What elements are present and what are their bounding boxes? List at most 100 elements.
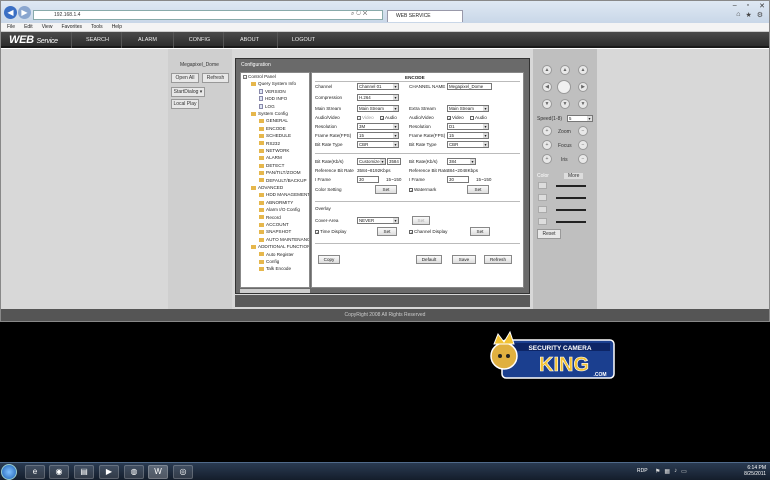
ptz-up-icon[interactable]: ▲ bbox=[560, 65, 570, 75]
refresh-button[interactable]: Refresh bbox=[202, 73, 229, 83]
compression-select[interactable]: H.264 bbox=[357, 94, 399, 101]
time-display-checkbox[interactable]: ✓Time Display bbox=[315, 229, 346, 234]
brightness-slider[interactable] bbox=[556, 185, 586, 187]
extra-bitrate-select[interactable]: 384 bbox=[447, 158, 476, 165]
tree-item-auto-register[interactable]: Auto Register bbox=[259, 252, 294, 258]
open-all-button[interactable]: Open All bbox=[171, 73, 199, 83]
bitrate-type-select[interactable]: CBR bbox=[357, 141, 399, 148]
back-icon[interactable]: ◀ bbox=[4, 6, 17, 19]
menu-edit[interactable]: Edit bbox=[24, 23, 33, 31]
framerate-select[interactable]: 15 bbox=[357, 132, 399, 139]
tree-item-advanced[interactable]: ADVANCED bbox=[251, 185, 283, 191]
tree-item-auto-maintenance[interactable]: AUTO MAINTENANCE bbox=[259, 237, 309, 243]
tree-item-talk-encode[interactable]: Talk Encode bbox=[259, 266, 291, 272]
speed-select[interactable]: 5 bbox=[567, 115, 593, 122]
default-button[interactable]: Default bbox=[416, 255, 442, 264]
color-tab[interactable]: Color bbox=[537, 173, 549, 179]
ptz-down-left-icon[interactable]: ▼ bbox=[542, 99, 552, 109]
menu-view[interactable]: View bbox=[42, 23, 53, 31]
iframe-input[interactable]: 30 bbox=[357, 176, 379, 183]
start-button[interactable] bbox=[1, 464, 17, 480]
saturation-slider[interactable] bbox=[556, 209, 586, 211]
tree-item-alarm[interactable]: ALARM bbox=[259, 155, 282, 161]
menu-file[interactable]: File bbox=[7, 23, 15, 31]
extra-framerate-select[interactable]: 15 bbox=[447, 132, 489, 139]
ptz-down-right-icon[interactable]: ▼ bbox=[578, 99, 588, 109]
flag-icon[interactable]: ⚑ bbox=[655, 468, 660, 475]
menu-tools[interactable]: Tools bbox=[91, 23, 103, 31]
tree-item-query-system-info[interactable]: Query System Info bbox=[251, 81, 296, 87]
channel-display-checkbox[interactable]: ✓Channel Display bbox=[409, 229, 447, 234]
extra-audio-checkbox[interactable]: Audio bbox=[470, 115, 487, 120]
watermark-checkbox[interactable]: ✓Watermark bbox=[409, 187, 436, 192]
tree-item-network[interactable]: NETWORK bbox=[259, 148, 289, 154]
tree-item-encode[interactable]: ENCODE bbox=[259, 126, 286, 132]
time-display-set-button[interactable]: Set bbox=[377, 227, 397, 236]
ptz-right-icon[interactable]: ▶ bbox=[578, 82, 588, 92]
hue-slider[interactable] bbox=[556, 221, 586, 223]
explorer-taskbar-icon[interactable]: ▤ bbox=[74, 465, 94, 479]
ptz-center-button[interactable] bbox=[557, 80, 571, 94]
local-play-button[interactable]: Local Play bbox=[171, 99, 199, 109]
resolution-select[interactable]: 3M bbox=[357, 123, 399, 130]
menu-favorites[interactable]: Favorites bbox=[61, 23, 82, 31]
contrast-slider[interactable] bbox=[556, 197, 586, 199]
refresh-icon[interactable]: ↻ bbox=[356, 11, 361, 17]
window-close-icon[interactable]: ✕ bbox=[759, 2, 765, 10]
channel-display-set-button[interactable]: Set bbox=[470, 227, 490, 236]
favorites-icon[interactable]: ★ bbox=[745, 11, 751, 19]
tree-item-hdd-info[interactable]: HDD INFO bbox=[259, 96, 287, 102]
tree-item-rs232[interactable]: RS232 bbox=[259, 141, 280, 147]
tree-item-abnormity[interactable]: ABNORMITY bbox=[259, 200, 293, 206]
save-button[interactable]: Save bbox=[452, 255, 476, 264]
main-audio-checkbox[interactable]: ✓Audio bbox=[380, 115, 397, 120]
start-dialog-button[interactable]: StartDialog ▾ bbox=[171, 87, 205, 97]
tree-item-version[interactable]: VERSION bbox=[259, 89, 286, 95]
word-taskbar-icon[interactable]: W bbox=[148, 465, 168, 479]
tree-item-alarm-i-o-config[interactable]: Alarm I/O Config bbox=[259, 207, 300, 213]
refresh-config-button[interactable]: Refresh bbox=[484, 255, 512, 264]
zoom-out-icon[interactable]: − bbox=[578, 126, 588, 136]
watermark-set-button[interactable]: Set bbox=[467, 185, 489, 194]
color-set-button[interactable]: Set bbox=[375, 185, 397, 194]
ptz-up-right-icon[interactable]: ▲ bbox=[578, 65, 588, 75]
zoom-in-icon[interactable]: + bbox=[542, 126, 552, 136]
more-tab[interactable]: More bbox=[564, 173, 584, 179]
home-icon[interactable]: ⌂ bbox=[736, 11, 740, 19]
nav-search[interactable]: SEARCH bbox=[71, 32, 123, 48]
address-bar[interactable]: 192.168.1.4 bbox=[33, 10, 383, 20]
battery-icon[interactable]: ▭ bbox=[681, 468, 687, 475]
tree-item-default-backup[interactable]: DEFAULT/BACKUP bbox=[259, 178, 307, 184]
tree-item-snapshot[interactable]: SNAPSHOT bbox=[259, 229, 291, 235]
network-taskbar-icon[interactable]: ◎ bbox=[173, 465, 193, 479]
tree-item-additional-function[interactable]: ADDITIONAL FUNCTION bbox=[251, 244, 309, 250]
tree-item-pan-tilt-zoom[interactable]: PAN/TILT/ZOOM bbox=[259, 170, 301, 176]
minimize-icon[interactable]: – bbox=[733, 2, 737, 10]
chrome-taskbar-icon[interactable]: ◉ bbox=[49, 465, 69, 479]
extra-stream-select[interactable]: Main Stream bbox=[447, 105, 489, 112]
main-video-checkbox[interactable]: ✓Video bbox=[357, 115, 374, 120]
forward-icon[interactable]: ▶ bbox=[18, 6, 31, 19]
channel-name-input[interactable]: Megapixel_Dome bbox=[447, 83, 492, 90]
app-taskbar-icon[interactable]: ◍ bbox=[124, 465, 144, 479]
bitrate-mode-select[interactable]: Customize bbox=[357, 158, 386, 165]
ptz-up-left-icon[interactable]: ▲ bbox=[542, 65, 552, 75]
search-icon[interactable]: ⌕ bbox=[351, 11, 354, 17]
tree-item-general[interactable]: GENERAL bbox=[259, 118, 288, 124]
clock[interactable]: 6:14 PM 8/25/2011 bbox=[744, 465, 766, 477]
browser-tab[interactable]: WEB SERVICE bbox=[387, 10, 463, 22]
close-icon[interactable]: ✕ bbox=[363, 11, 368, 17]
tree-item-record[interactable]: Record bbox=[259, 215, 281, 221]
tree-item-hdd-management[interactable]: HDD MANAGEMENT bbox=[259, 192, 309, 198]
tree-item-control-panel[interactable]: − Control Panel bbox=[243, 74, 276, 80]
ie-taskbar-icon[interactable]: e bbox=[25, 465, 45, 479]
gear-icon[interactable]: ⚙ bbox=[757, 11, 763, 19]
iris-in-icon[interactable]: + bbox=[542, 154, 552, 164]
extra-resolution-select[interactable]: D1 bbox=[447, 123, 489, 130]
focus-in-icon[interactable]: + bbox=[542, 140, 552, 150]
tree-item-detect[interactable]: DETECT bbox=[259, 163, 284, 169]
tree-item-account[interactable]: ACCOUNT bbox=[259, 222, 289, 228]
ptz-down-icon[interactable]: ▼ bbox=[560, 99, 570, 109]
menu-help[interactable]: Help bbox=[112, 23, 122, 31]
tree-item-system-config[interactable]: System Config bbox=[251, 111, 288, 117]
